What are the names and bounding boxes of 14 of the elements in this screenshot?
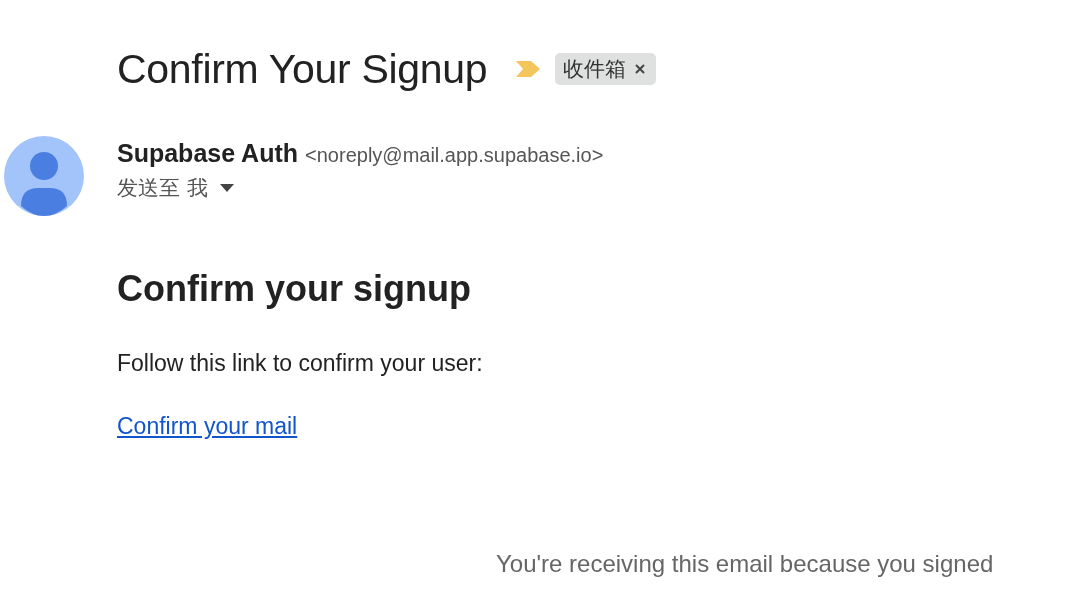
footer-text: You're receiving this email because you signed <box>496 550 995 578</box>
recipient-text: 发送至 我 <box>117 175 208 202</box>
importance-marker-icon[interactable] <box>515 59 542 79</box>
label-text: 收件箱 <box>563 56 627 83</box>
dropdown-caret-icon[interactable] <box>219 184 234 192</box>
email-subject: Confirm Your Signup <box>117 45 488 93</box>
email-paragraph: Follow this link to confirm your user: <box>117 350 484 377</box>
sender-name: Supabase Auth <box>117 139 299 168</box>
sender-address: <noreply@mail.app.supabase.io> <box>305 144 604 167</box>
email-heading: Confirm your signup <box>117 268 472 310</box>
close-icon[interactable] <box>634 63 647 75</box>
confirm-link[interactable]: Confirm your mail <box>117 413 298 440</box>
avatar-icon <box>4 136 84 216</box>
inbox-label[interactable]: 收件箱 <box>555 53 657 85</box>
